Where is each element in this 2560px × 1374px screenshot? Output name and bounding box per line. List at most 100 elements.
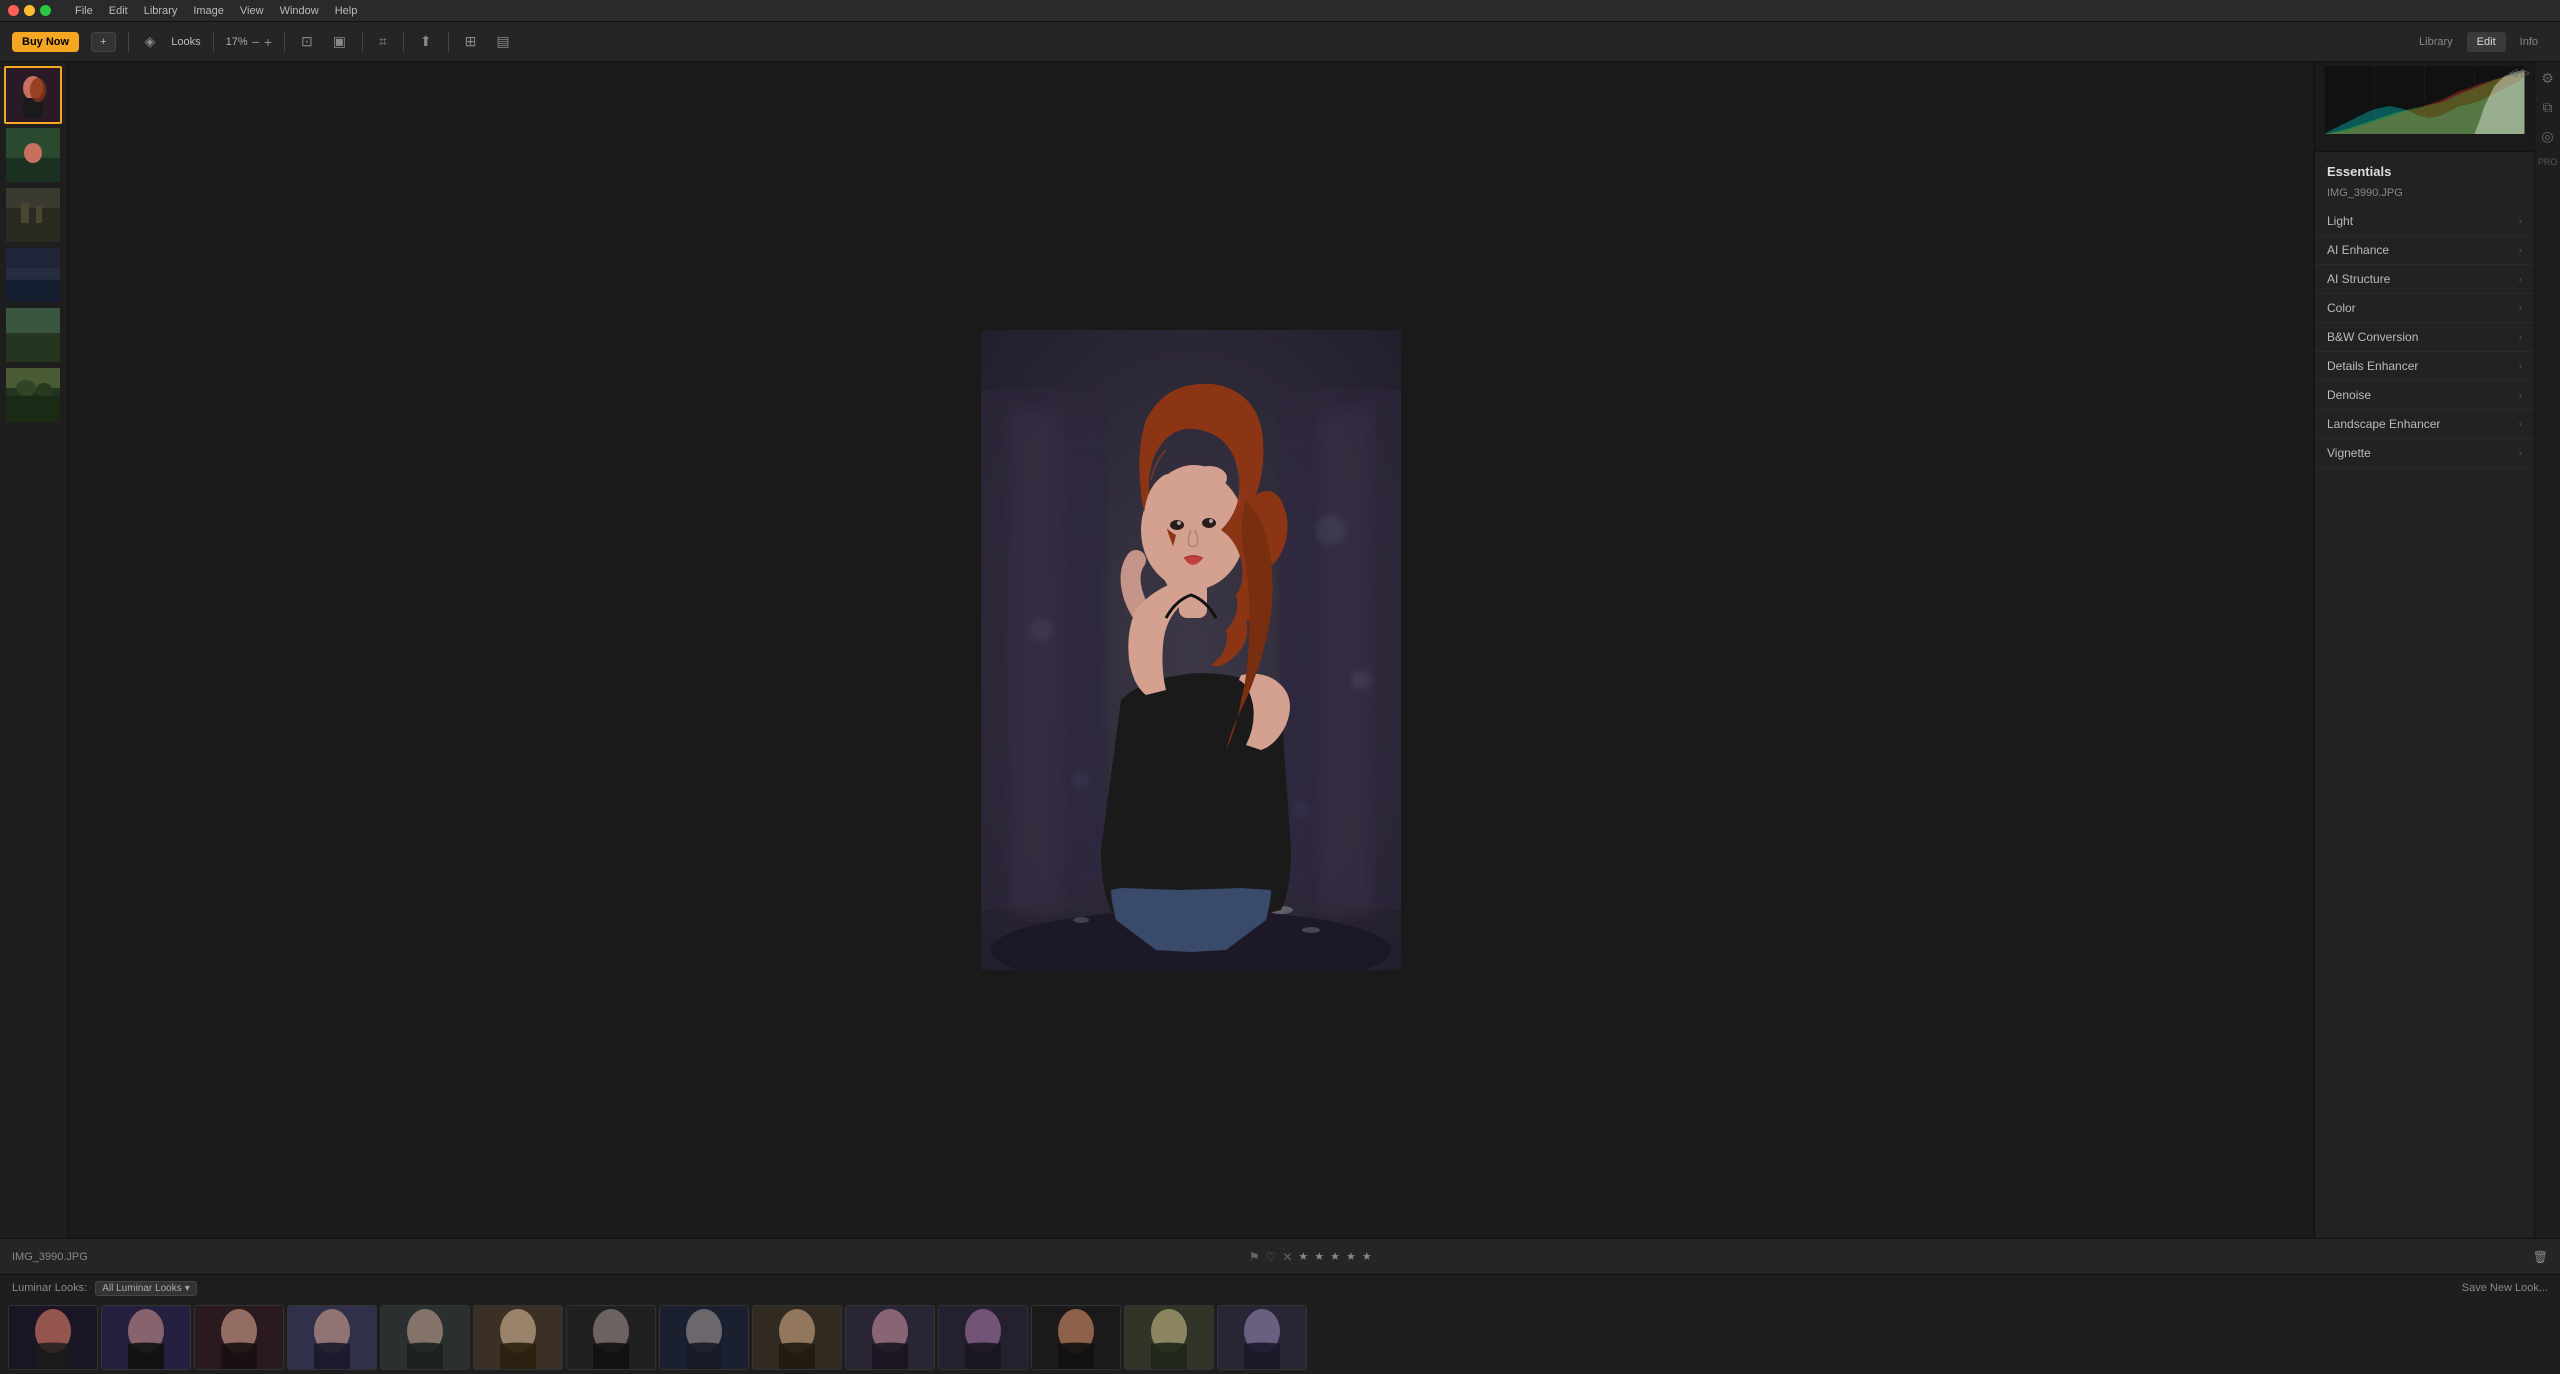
close-window-btn[interactable] <box>8 5 19 16</box>
looks-filter-button[interactable]: All Luminar Looks ▾ <box>95 1281 197 1296</box>
look-thumb-11[interactable] <box>938 1305 1028 1370</box>
menu-help[interactable]: Help <box>335 5 358 17</box>
zoom-value: 17% <box>226 36 248 48</box>
star-2[interactable]: ★ <box>1314 1250 1324 1263</box>
look-thumb-7[interactable] <box>566 1305 656 1370</box>
panel-item-denoise-label: Denoise <box>2327 388 2371 402</box>
menu-library[interactable]: Library <box>144 5 178 17</box>
layers-icon[interactable]: ⧉ <box>2543 99 2553 116</box>
toolbar-separator-3 <box>284 32 285 52</box>
rating-area: ⚑ ♡ ✕ ★ ★ ★ ★ ★ <box>96 1250 2525 1264</box>
star-1[interactable]: ★ <box>1298 1250 1308 1263</box>
look-thumb-3[interactable] <box>194 1305 284 1370</box>
settings-icon[interactable]: ⚙ <box>2541 70 2554 87</box>
right-icons-panel: ⚙ ⧉ ◎ PRO <box>2534 62 2560 1238</box>
canvas-area <box>68 62 2314 1238</box>
bottom-bar: IMG_3990.JPG ⚑ ♡ ✕ ★ ★ ★ ★ ★ 🗑 <box>0 1238 2560 1274</box>
panel-item-details-enhancer[interactable]: Details Enhancer › <box>2315 352 2534 381</box>
layout-icon[interactable]: ▤ <box>492 31 513 52</box>
favorite-button[interactable]: ♡ <box>1266 1250 1277 1264</box>
filmstrip-thumb-2[interactable] <box>4 126 62 184</box>
chevron-right-icon-3: › <box>2519 274 2522 285</box>
toolbar-separator-1 <box>128 32 129 52</box>
view-single-icon[interactable]: ⊡ <box>297 31 317 52</box>
minimize-window-btn[interactable] <box>24 5 35 16</box>
histogram-icons: ◁ ▷ <box>2509 66 2530 79</box>
mask-icon[interactable]: ◎ <box>2541 128 2553 145</box>
chevron-right-icon-7: › <box>2519 390 2522 401</box>
chevron-right-icon-5: › <box>2519 332 2522 343</box>
menu-window[interactable]: Window <box>280 5 319 17</box>
look-thumb-9[interactable] <box>752 1305 842 1370</box>
zoom-plus-button[interactable]: + <box>264 34 272 50</box>
panel-item-landscape-enhancer[interactable]: Landscape Enhancer › <box>2315 410 2534 439</box>
menu-image[interactable]: Image <box>193 5 224 17</box>
toolbar-separator-5 <box>403 32 404 52</box>
pro-icon[interactable]: PRO <box>2538 157 2558 167</box>
look-thumb-12[interactable] <box>1031 1305 1121 1370</box>
zoom-control: 17% − + <box>226 34 272 50</box>
filmstrip-thumb-1[interactable] <box>4 66 62 124</box>
panel-item-light[interactable]: Light › <box>2315 207 2534 236</box>
save-new-look-button[interactable]: Save New Look... <box>2462 1282 2548 1294</box>
crop-icon[interactable]: ⌗ <box>375 31 391 52</box>
panel-item-color[interactable]: Color › <box>2315 294 2534 323</box>
panel-item-denoise[interactable]: Denoise › <box>2315 381 2534 410</box>
chevron-right-icon-2: › <box>2519 245 2522 256</box>
menu-view[interactable]: View <box>240 5 264 17</box>
looks-label: Looks <box>171 36 200 48</box>
main-content: ◁ ▷ Essent <box>0 62 2560 1238</box>
chevron-right-icon-6: › <box>2519 361 2522 372</box>
look-thumb-13[interactable] <box>1124 1305 1214 1370</box>
buy-now-button[interactable]: Buy Now <box>12 32 79 52</box>
star-3[interactable]: ★ <box>1330 1250 1340 1263</box>
tab-library[interactable]: Library <box>2409 32 2463 52</box>
tab-info[interactable]: Info <box>2510 32 2548 52</box>
reject-button[interactable]: ✕ <box>1282 1250 1292 1264</box>
looks-label: Luminar Looks: <box>12 1282 87 1294</box>
chevron-right-icon-9: › <box>2519 448 2522 459</box>
filmstrip-thumb-3[interactable] <box>4 186 62 244</box>
panel-item-ai-enhance[interactable]: AI Enhance › <box>2315 236 2534 265</box>
menu-file[interactable]: File <box>75 5 93 17</box>
looks-strip: Luminar Looks: All Luminar Looks ▾ Save … <box>0 1274 2560 1374</box>
histogram-chart <box>2319 66 2530 134</box>
export-icon[interactable]: ⬆ <box>416 31 436 52</box>
look-thumb-14[interactable] <box>1217 1305 1307 1370</box>
panel-item-details-label: Details Enhancer <box>2327 359 2418 373</box>
maximize-window-btn[interactable] <box>40 5 51 16</box>
panel-item-bw-conversion[interactable]: B&W Conversion › <box>2315 323 2534 352</box>
filmstrip-sidebar <box>0 62 68 1238</box>
look-thumb-4[interactable] <box>287 1305 377 1370</box>
flag-button[interactable]: ⚑ <box>1249 1250 1260 1264</box>
panel-item-ai-enhance-label: AI Enhance <box>2327 243 2389 257</box>
grid-icon[interactable]: ⊞ <box>461 31 481 52</box>
histogram-clip-highlights-icon[interactable]: ▷ <box>2522 66 2530 79</box>
toolbar-separator-4 <box>362 32 363 52</box>
look-thumb-6[interactable] <box>473 1305 563 1370</box>
add-button[interactable]: + <box>91 32 115 52</box>
filmstrip-thumb-6[interactable] <box>4 366 62 424</box>
panel-item-ai-structure-label: AI Structure <box>2327 272 2390 286</box>
filmstrip-thumb-4[interactable] <box>4 246 62 304</box>
look-thumb-10[interactable] <box>845 1305 935 1370</box>
star-5[interactable]: ★ <box>1362 1250 1372 1263</box>
filmstrip-thumb-5[interactable] <box>4 306 62 364</box>
panel-item-vignette[interactable]: Vignette › <box>2315 439 2534 468</box>
tab-group: Library Edit Info <box>2409 32 2548 52</box>
menu-bar: File Edit Library Image View Window Help <box>0 0 2560 22</box>
look-thumb-1[interactable] <box>8 1305 98 1370</box>
star-4[interactable]: ★ <box>1346 1250 1356 1263</box>
view-compare-icon[interactable]: ▣ <box>329 31 350 52</box>
look-thumb-8[interactable] <box>659 1305 749 1370</box>
delete-button[interactable]: 🗑 <box>2533 1250 2548 1264</box>
panel-item-ai-structure[interactable]: AI Structure › <box>2315 265 2534 294</box>
tab-edit[interactable]: Edit <box>2467 32 2506 52</box>
histogram-clip-shadows-icon[interactable]: ◁ <box>2509 66 2517 79</box>
look-thumb-5[interactable] <box>380 1305 470 1370</box>
chevron-right-icon-8: › <box>2519 419 2522 430</box>
look-thumb-2[interactable] <box>101 1305 191 1370</box>
zoom-minus-button[interactable]: − <box>252 34 260 50</box>
panel-section-title: Essentials <box>2315 160 2534 187</box>
menu-edit[interactable]: Edit <box>109 5 128 17</box>
